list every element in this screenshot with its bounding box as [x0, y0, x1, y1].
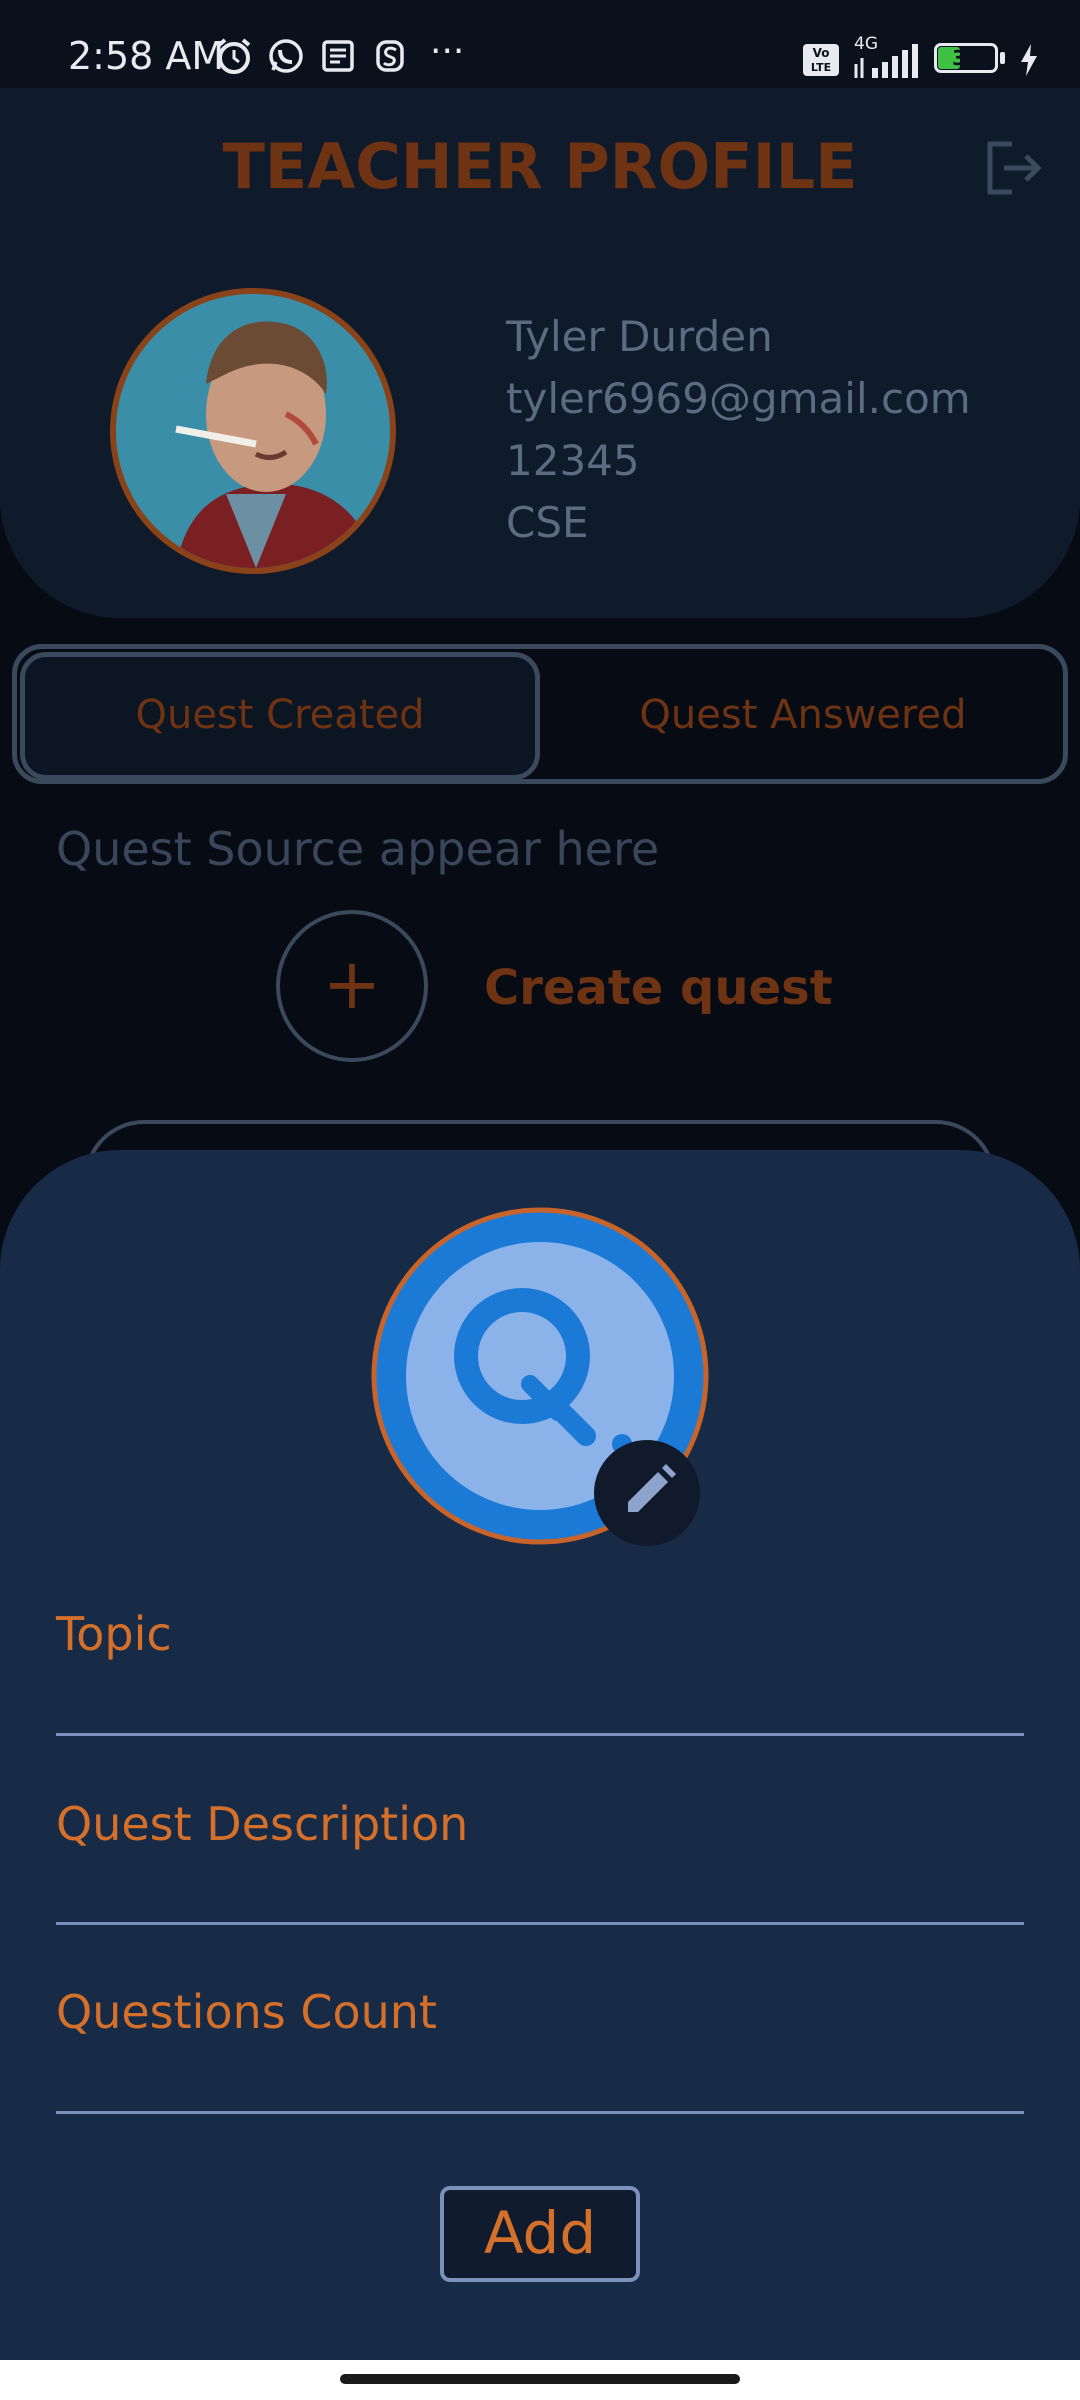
add-button[interactable]: Add — [440, 2186, 640, 2282]
network-type: 4G — [854, 34, 878, 54]
avatar-photo — [116, 294, 390, 568]
questions-count-field[interactable]: Questions Count — [56, 1984, 437, 2040]
empty-state-text: Quest Source appear here — [56, 822, 660, 876]
logout-icon[interactable] — [982, 138, 1044, 198]
profile-id: 12345 — [506, 436, 640, 485]
news-icon — [322, 40, 354, 72]
topic-underline — [56, 1733, 1024, 1736]
pencil-icon — [628, 1464, 676, 1512]
tab-quest-answered[interactable]: Quest Answered — [546, 690, 1060, 740]
signal-group: 4G — [852, 34, 922, 80]
tab-quest-created-label: Quest Created — [135, 692, 425, 738]
app-s-icon — [376, 40, 404, 72]
avatar[interactable] — [110, 288, 396, 574]
profile-name: Tyler Durden — [506, 312, 773, 361]
profile-department: CSE — [506, 498, 589, 547]
quest-description-field[interactable]: Quest Description — [56, 1796, 468, 1852]
quest-description-underline — [56, 1922, 1024, 1925]
svg-text:Vo: Vo — [813, 46, 830, 60]
status-right: Vo LTE 4G 39 — [802, 34, 1040, 80]
status-time: 2:58 AM — [68, 34, 225, 78]
plus-icon: + — [322, 943, 382, 1025]
alarm-icon — [217, 38, 251, 74]
profile-email: tyler6969@gmail.com — [506, 374, 971, 423]
edit-image-button[interactable] — [594, 1440, 700, 1546]
svg-text:LTE: LTE — [811, 61, 831, 74]
page-title: TEACHER PROFILE — [222, 130, 858, 203]
volte-icon: Vo LTE — [803, 44, 839, 76]
battery-level: 39 — [952, 46, 980, 70]
create-quest-label[interactable]: Create quest — [484, 958, 833, 1018]
home-gesture-handle[interactable] — [340, 2374, 740, 2384]
questions-count-underline — [56, 2111, 1024, 2114]
battery-icon: 39 — [934, 43, 1006, 77]
whatsapp-icon — [269, 39, 303, 73]
charging-icon — [1021, 44, 1037, 76]
topic-field[interactable]: Topic — [56, 1606, 172, 1662]
status-overflow: ··· — [430, 31, 465, 72]
